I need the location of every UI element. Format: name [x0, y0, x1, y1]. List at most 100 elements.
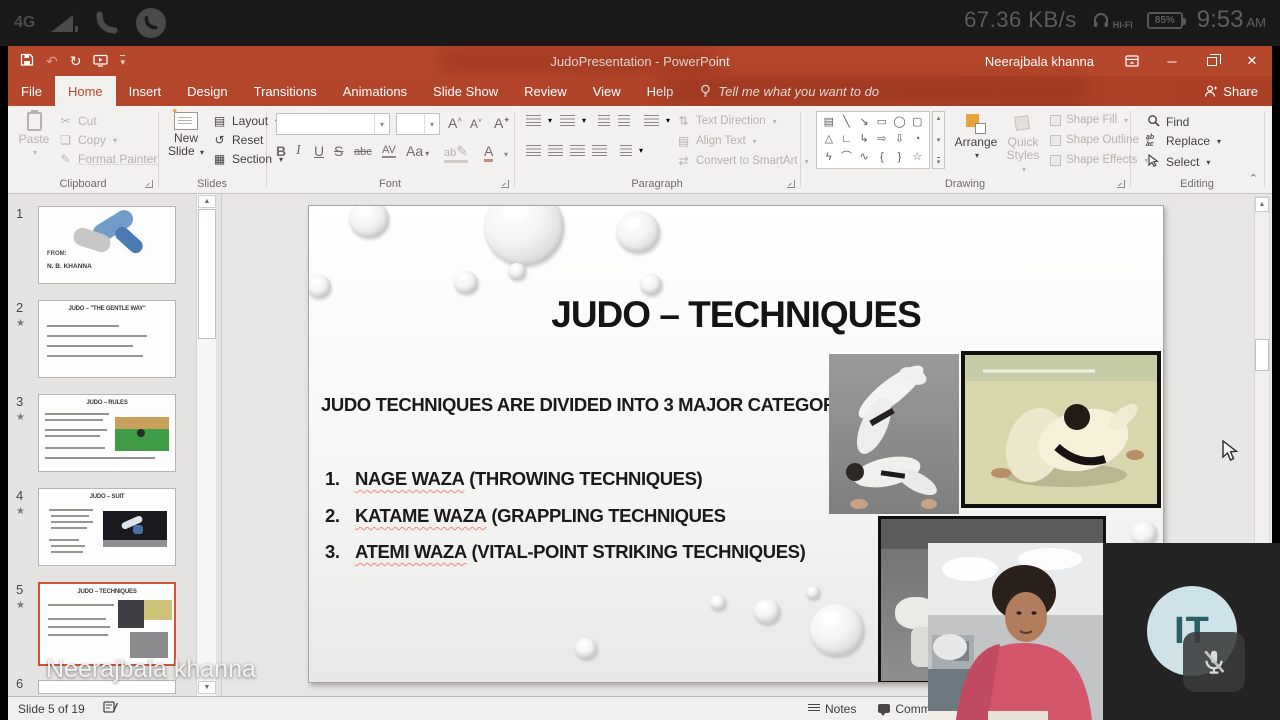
paragraph-dialog-launcher[interactable] — [787, 180, 795, 188]
shape-brace-right-icon[interactable]: } — [898, 149, 902, 166]
text-direction-button[interactable]: ⇅Text Direction▾ — [676, 114, 777, 128]
list-item-3[interactable]: 3. ATEMI WAZA (VITAL-POINT STRIKING TECH… — [325, 541, 805, 563]
quick-styles-button[interactable]: QuickStyles ▾ — [1002, 114, 1044, 176]
justify-button[interactable] — [592, 145, 607, 156]
start-slideshow-icon[interactable] — [93, 54, 108, 69]
judo-grappling-image[interactable] — [961, 351, 1161, 508]
judo-throw-image[interactable] — [829, 354, 959, 514]
mic-muted-button[interactable] — [1183, 632, 1245, 692]
bullets-button[interactable]: ▾ — [526, 115, 552, 126]
ribbon-display-options-icon[interactable] — [1112, 46, 1152, 76]
tab-help[interactable]: Help — [634, 76, 687, 106]
change-case-button[interactable]: Aa▾ — [406, 143, 429, 159]
font-dialog-launcher[interactable] — [501, 180, 509, 188]
bold-button[interactable]: B — [276, 143, 286, 159]
shapes-gallery[interactable]: ▤╲↘▭◯▢ △∟↳⇨⇩◔ ϟ⌒∿{}☆ — [816, 111, 930, 169]
notes-button[interactable]: Notes — [808, 702, 856, 716]
underline-button[interactable]: U — [314, 143, 324, 159]
shape-star-icon[interactable]: ☆ — [912, 149, 922, 166]
tell-me-box[interactable]: Tell me what you want to do — [686, 76, 893, 106]
webcam-video-tile[interactable] — [928, 543, 1105, 720]
drawing-dialog-launcher[interactable] — [1117, 180, 1125, 188]
font-name-combo[interactable]: ▾ — [276, 113, 390, 135]
shape-arrow-line-icon[interactable]: ↘ — [860, 114, 869, 131]
italic-button[interactable]: I — [296, 143, 301, 159]
undo-icon[interactable]: ↶ — [46, 54, 58, 68]
save-icon[interactable] — [20, 53, 34, 69]
scroll-up-icon[interactable]: ▲ — [1255, 197, 1269, 212]
highlight-color-button[interactable]: ab✎ — [444, 143, 468, 163]
shape-elbow-icon[interactable]: ∟ — [841, 131, 852, 148]
shape-textbox-icon[interactable]: ▤ — [824, 114, 834, 131]
font-color-dropdown-icon[interactable]: ▾ — [504, 150, 508, 159]
collapse-ribbon-icon[interactable]: ⌃ — [1249, 172, 1258, 185]
reset-button[interactable]: ↺Reset — [212, 133, 263, 147]
new-slide-button[interactable]: NewSlide ▾ — [164, 112, 208, 159]
slide-intro-text[interactable]: JUDO TECHNIQUES ARE DIVIDED INTO 3 MAJOR… — [321, 394, 870, 416]
account-user-name[interactable]: Neerajbala khanna — [985, 54, 1094, 69]
arrange-button[interactable]: Arrange ▾ — [952, 114, 1000, 160]
shape-line-icon[interactable]: ╲ — [843, 114, 850, 131]
tab-review[interactable]: Review — [511, 76, 580, 106]
replace-button[interactable]: abac Replace▾ — [1146, 134, 1221, 148]
character-spacing-button[interactable]: AV — [382, 144, 396, 158]
shape-arc-icon[interactable]: ⌒ — [841, 149, 852, 166]
align-center-button[interactable] — [548, 145, 563, 156]
paste-button[interactable]: Paste ▾ — [14, 112, 54, 157]
convert-smartart-button[interactable]: ⇄Convert to SmartArt▾ — [676, 154, 809, 168]
slide-thumbnail-2[interactable]: JUDO – "THE GENTLE WAY" — [38, 300, 176, 378]
close-button[interactable]: ✕ — [1232, 46, 1272, 76]
find-button[interactable]: Find — [1146, 114, 1189, 130]
shape-rounded-rect-icon[interactable]: ▢ — [912, 114, 922, 131]
numbering-button[interactable]: ▾ — [560, 115, 586, 126]
shape-curve-icon[interactable]: ∿ — [860, 149, 869, 166]
clear-formatting-button[interactable]: A✦ — [494, 115, 510, 131]
shape-rectangle-icon[interactable]: ▭ — [877, 114, 887, 131]
line-spacing-button[interactable]: ▾ — [644, 115, 670, 126]
text-shadow-button[interactable]: abc — [354, 146, 372, 158]
cut-button[interactable]: ✂Cut — [58, 114, 97, 128]
font-color-button[interactable]: A — [484, 143, 493, 162]
align-text-button[interactable]: ▤Align Text▾ — [676, 134, 757, 148]
slide-thumbnail-5-selected[interactable]: JUDO – TECHNIQUES — [38, 582, 176, 666]
share-button[interactable]: Share — [1204, 76, 1258, 106]
shape-fill-button[interactable]: Shape Fill▾ — [1050, 114, 1128, 126]
grow-font-button[interactable]: A˄ — [448, 115, 462, 131]
tab-animations[interactable]: Animations — [330, 76, 420, 106]
select-button[interactable]: Select▾ — [1146, 154, 1210, 170]
tab-design[interactable]: Design — [174, 76, 240, 106]
shrink-font-button[interactable]: A˅ — [470, 117, 482, 131]
tab-file[interactable]: File — [8, 76, 55, 106]
shape-oval-icon[interactable]: ◯ — [893, 114, 905, 131]
tab-transitions[interactable]: Transitions — [241, 76, 330, 106]
increase-indent-button[interactable] — [618, 115, 630, 126]
list-item-1[interactable]: 1. NAGE WAZA (THROWING TECHNIQUES) — [325, 468, 702, 490]
align-left-button[interactable] — [526, 145, 541, 156]
scrollbar-thumb[interactable] — [1255, 339, 1269, 371]
columns-button[interactable]: ▾ — [620, 145, 643, 156]
copy-button[interactable]: ❏Copy▾ — [58, 133, 117, 147]
spellcheck-icon[interactable] — [103, 700, 119, 717]
tab-insert[interactable]: Insert — [116, 76, 175, 106]
redo-icon[interactable]: ↻ — [70, 54, 82, 68]
minimize-button[interactable]: ─ — [1152, 46, 1192, 76]
slide-indicator[interactable]: Slide 5 of 19 — [18, 702, 85, 716]
font-size-combo[interactable]: ▾ — [396, 113, 440, 135]
align-right-button[interactable] — [570, 145, 585, 156]
scroll-up-icon[interactable]: ▲ — [198, 195, 216, 208]
tab-home[interactable]: Home — [55, 76, 116, 106]
clipboard-dialog-launcher[interactable] — [145, 180, 153, 188]
shapes-gallery-scrollbar[interactable]: ▴▾▾ — [932, 111, 945, 169]
shape-brace-left-icon[interactable]: { — [880, 149, 884, 166]
list-item-2[interactable]: 2. KATAME WAZA (GRAPPLING TECHNIQUES — [325, 505, 726, 527]
restore-button[interactable] — [1192, 46, 1232, 76]
format-painter-button[interactable]: ✎Format Painter — [58, 152, 157, 166]
tab-slideshow[interactable]: Slide Show — [420, 76, 511, 106]
shape-scribble-icon[interactable]: ϟ — [826, 149, 832, 166]
strikethrough-button[interactable]: S — [334, 143, 343, 159]
slide-thumbnail-1[interactable]: FROM: N. B. KHANNA — [38, 206, 176, 284]
thumbnail-scrollbar[interactable]: ▲ ▼ — [196, 194, 216, 696]
shape-arrow-right-icon[interactable]: ⇨ — [877, 131, 886, 148]
decrease-indent-button[interactable] — [598, 115, 610, 126]
slide-title[interactable]: JUDO – TECHNIQUES — [551, 294, 921, 336]
